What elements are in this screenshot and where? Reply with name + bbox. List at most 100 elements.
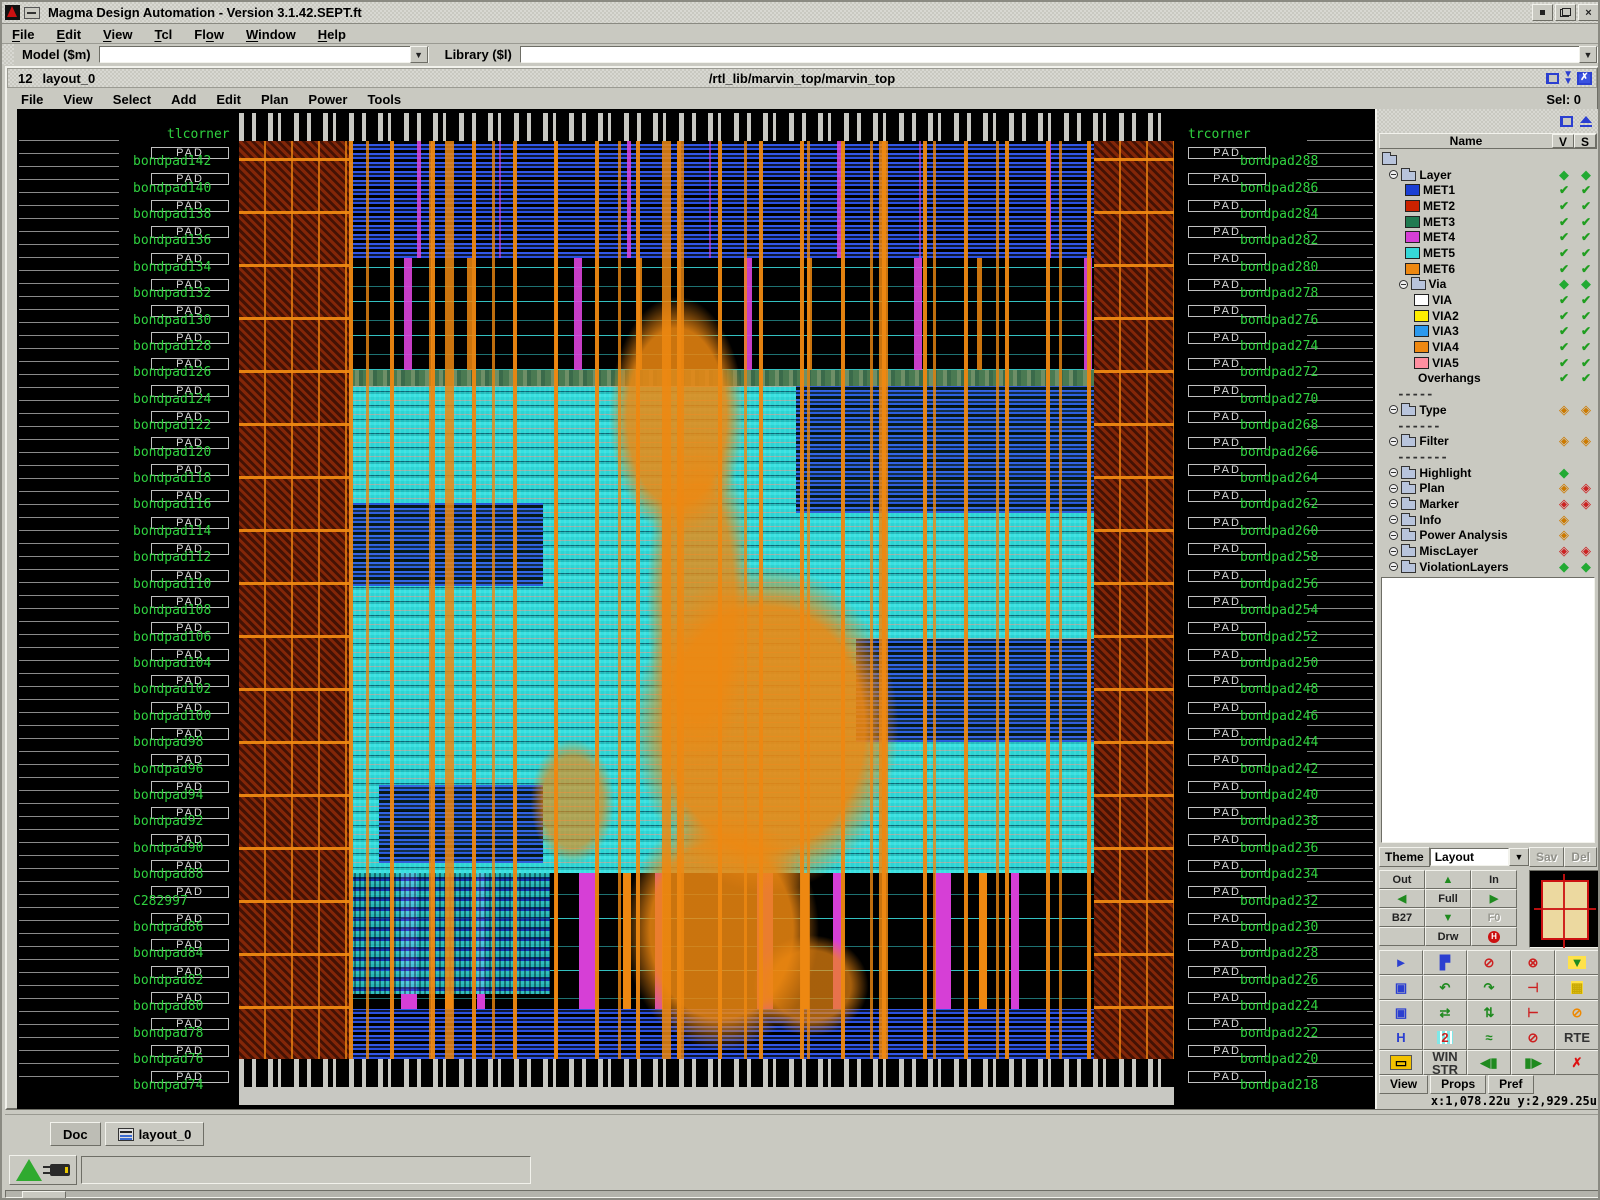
selectable-toggle[interactable]: ✔ [1577, 262, 1595, 276]
layer-tree-row[interactable]: VIA2 ✔ ✔ [1379, 308, 1597, 324]
selectable-toggle[interactable]: ◆ [1577, 167, 1595, 183]
selectable-toggle[interactable]: ◈ [1577, 480, 1595, 496]
selectable-toggle[interactable]: ✔ [1577, 371, 1595, 385]
layer-tree-row[interactable]: MiscLayer ◈ ◈ [1379, 543, 1597, 559]
visible-toggle[interactable]: ◈ [1555, 512, 1573, 528]
tree-expander-icon[interactable] [1389, 405, 1398, 414]
abort-button[interactable]: ✗ [1555, 1050, 1599, 1075]
visible-toggle[interactable]: ◆ [1555, 465, 1573, 481]
layout-menu-item[interactable]: Edit [216, 92, 241, 107]
panel-tab[interactable]: Pref [1488, 1075, 1533, 1094]
menu-item[interactable]: View [103, 27, 132, 42]
menu-item[interactable]: File [12, 27, 34, 42]
visible-toggle[interactable]: ✔ [1555, 215, 1573, 229]
horizontal-scrollbar[interactable] [5, 1190, 1599, 1198]
column-name[interactable]: Name [1380, 134, 1552, 148]
eject-panel-icon[interactable] [1579, 116, 1593, 127]
menu-item[interactable]: Help [318, 27, 346, 42]
selectable-toggle[interactable]: ✔ [1577, 309, 1595, 323]
cursor-hierarchy-tool-icon[interactable]: H [1379, 1025, 1423, 1050]
model-combo[interactable]: ▼ [99, 46, 429, 63]
pan-left-button[interactable]: ◀ [1379, 889, 1425, 908]
layout-menu-item[interactable]: File [21, 92, 43, 107]
visible-toggle[interactable]: ◆ [1555, 167, 1573, 183]
selectable-toggle[interactable]: ✔ [1577, 199, 1595, 213]
bus-tool-icon[interactable]: ▭ [1379, 1050, 1423, 1075]
layer-tree-row[interactable]: MET5 ✔ ✔ [1379, 245, 1597, 261]
layer-tree-row[interactable]: ------ [1379, 418, 1597, 434]
layout-menu-item[interactable]: View [63, 92, 92, 107]
selectable-toggle[interactable]: ◈ [1577, 496, 1595, 512]
layout-menu-item[interactable]: Tools [367, 92, 401, 107]
draw-button[interactable]: Drw [1425, 927, 1471, 946]
detach-panel-icon[interactable] [1560, 116, 1573, 127]
visible-toggle[interactable]: ✔ [1555, 246, 1573, 260]
selectable-toggle[interactable]: ◈ [1577, 543, 1595, 559]
ruler-tool-icon[interactable]: ▦ [1555, 975, 1599, 1000]
visible-toggle[interactable]: ✔ [1555, 324, 1573, 338]
layout-tab[interactable]: layout_0 [105, 1122, 205, 1146]
zoom-full-button[interactable]: Full [1425, 889, 1471, 908]
step-forward-button[interactable]: ▮▶ [1511, 1050, 1555, 1075]
minimap[interactable] [1529, 870, 1599, 948]
visible-toggle[interactable]: ✔ [1555, 293, 1573, 307]
zoom-in-button[interactable]: In [1471, 870, 1517, 889]
visible-toggle[interactable]: ✔ [1555, 230, 1573, 244]
theme-dropdown-arrow-icon[interactable]: ▼ [1509, 848, 1529, 866]
minimize-button[interactable] [1532, 4, 1553, 21]
swap-vertical-tool-icon[interactable]: ⇅ [1467, 1000, 1511, 1025]
tree-expander-icon[interactable] [1389, 515, 1398, 524]
visible-toggle[interactable]: ✔ [1555, 371, 1573, 385]
layer-tree-row[interactable]: MET2 ✔ ✔ [1379, 198, 1597, 214]
visible-toggle[interactable]: ◈ [1555, 496, 1573, 512]
tree-expander-icon[interactable] [1389, 484, 1398, 493]
layer-tree-row[interactable]: Overhangs ✔ ✔ [1379, 371, 1597, 387]
pan-up-button[interactable]: ▲ [1425, 870, 1471, 889]
selectable-toggle[interactable]: ✔ [1577, 230, 1595, 244]
maximize-button[interactable] [1555, 4, 1576, 21]
visible-toggle[interactable]: ✔ [1555, 309, 1573, 323]
layer-tree-row[interactable]: Plan ◈ ◈ [1379, 480, 1597, 496]
deselect-all-tool-icon[interactable]: ⊗ [1511, 950, 1555, 975]
status-triangle-icon[interactable] [16, 1159, 42, 1181]
push-selection-tool-icon[interactable]: ▼ [1555, 950, 1599, 975]
no-route-tool-icon[interactable]: ⊘ [1511, 1025, 1555, 1050]
pan-down-button[interactable]: ▼ [1425, 908, 1471, 927]
move-cell-tool-icon[interactable]: ⊢ [1511, 1000, 1555, 1025]
copy-tool-icon[interactable]: ▣ [1379, 975, 1423, 1000]
layout-menu-item[interactable]: Add [171, 92, 196, 107]
layer-tree-row[interactable]: Type ◈ ◈ [1379, 402, 1597, 418]
visible-toggle[interactable]: ✔ [1555, 183, 1573, 197]
connection-plug-icon[interactable] [50, 1164, 70, 1176]
layer-tree-row[interactable]: MET4 ✔ ✔ [1379, 229, 1597, 245]
library-dropdown-arrow-icon[interactable]: ▼ [1579, 46, 1597, 63]
theme-combo[interactable]: Layout [1430, 848, 1509, 866]
menu-item[interactable]: Tcl [154, 27, 172, 42]
layout-menu-item[interactable]: Select [113, 92, 151, 107]
visible-toggle[interactable]: ✔ [1555, 356, 1573, 370]
route-tool-icon[interactable]: ≈ [1467, 1025, 1511, 1050]
visible-toggle[interactable]: ✔ [1555, 262, 1573, 276]
undo-button-icon[interactable]: ↶ [1423, 975, 1467, 1000]
layer-tree-row[interactable]: Layer ◆ ◆ [1379, 167, 1597, 183]
select-window-tool-icon[interactable]: ▛ [1423, 950, 1467, 975]
visible-toggle[interactable]: ✔ [1555, 340, 1573, 354]
layer-tree-row[interactable]: Marker ◈ ◈ [1379, 496, 1597, 512]
tree-expander-icon[interactable] [1389, 531, 1398, 540]
panel-list-blank[interactable] [1381, 577, 1595, 843]
panel-tab[interactable]: Props [1430, 1075, 1486, 1094]
library-input[interactable] [521, 47, 1579, 62]
b27-button[interactable]: B27 [1379, 908, 1425, 927]
unselect-tool-icon[interactable]: ⊘ [1467, 950, 1511, 975]
doc-tab[interactable]: Doc [50, 1122, 101, 1146]
model-dropdown-arrow-icon[interactable]: ▼ [410, 46, 428, 63]
selectable-toggle[interactable]: ◆ [1577, 559, 1595, 575]
layout-window-titlebar[interactable]: /rtl_lib/marvin_top/marvin_top 12 layout… [7, 68, 1597, 88]
selectable-toggle[interactable]: ◈ [1577, 433, 1595, 449]
paste-tool-icon[interactable]: ▣ [1379, 1000, 1423, 1025]
selectable-toggle[interactable]: ✔ [1577, 293, 1595, 307]
restore-window-icon[interactable] [1546, 73, 1559, 84]
visible-toggle[interactable]: ◆ [1555, 276, 1573, 292]
visible-toggle[interactable]: ◈ [1555, 480, 1573, 496]
redo-button-icon[interactable]: ↷ [1467, 975, 1511, 1000]
